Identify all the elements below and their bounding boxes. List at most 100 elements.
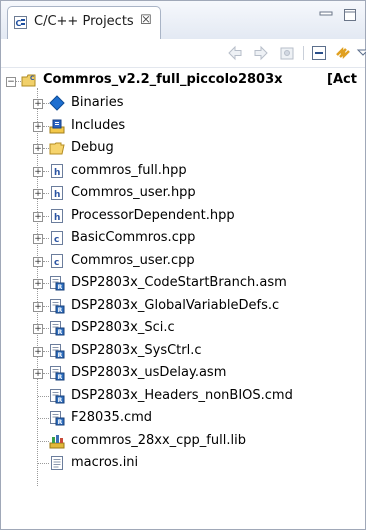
expand-toggle-icon[interactable]: + (33, 369, 43, 379)
project-active-config: [Act (327, 72, 357, 87)
linked-file-icon: R (49, 388, 65, 404)
tree-item[interactable]: commros_28xx_cpp_full.lib (1, 431, 365, 451)
text-file-icon (49, 455, 65, 471)
tree-item[interactable]: R F28035.cmd (1, 408, 365, 428)
tree-item-label: commros_full.hpp (71, 162, 187, 178)
svg-text:R: R (58, 307, 63, 314)
svg-text:R: R (58, 284, 63, 291)
tree-item[interactable]: R DSP2803x_Headers_nonBIOS.cmd (1, 386, 365, 406)
tree-connector (38, 418, 49, 419)
view-menu-icon[interactable] (353, 43, 366, 63)
tree-item[interactable]: + h ProcessorDependent.hpp (1, 206, 365, 226)
tree-item[interactable]: macros.ini (1, 453, 365, 473)
expand-toggle-icon[interactable]: + (33, 166, 43, 177)
tree-item-label: Debug (71, 140, 114, 155)
tree-item-label: DSP2803x_Sci.c (71, 320, 175, 335)
tree-item[interactable]: + c BasicCommros.cpp (1, 228, 365, 248)
header-file-icon: h (49, 163, 65, 179)
tree-item[interactable]: + R DSP2803x_GlobalVariableDefs.c (1, 296, 365, 316)
tree-item-label: Commros_user.hpp (71, 185, 196, 200)
expand-toggle-icon[interactable]: + (33, 234, 43, 244)
tree-item-label: DSP2803x_Headers_nonBIOS.cmd (71, 387, 293, 403)
linked-file-icon: R (49, 365, 65, 381)
expand-toggle-icon[interactable]: + (33, 279, 43, 289)
svg-text:C: C (30, 75, 35, 82)
tab-cpp-projects[interactable]: C C/C++ Projects ☒ (7, 6, 161, 39)
tree-item[interactable]: + Includes (1, 116, 365, 136)
tab-title: C/C++ Projects (34, 14, 134, 29)
minimize-icon[interactable] (319, 8, 333, 26)
expand-toggle-icon[interactable]: + (33, 99, 43, 109)
maximize-icon[interactable] (343, 8, 357, 26)
view-toolbar (1, 39, 366, 68)
tree-item[interactable]: + R DSP2803x_CodeStartBranch.asm (1, 273, 365, 293)
tree-item-label: Commros_user.cpp (71, 252, 195, 268)
linked-file-icon: R (49, 343, 65, 359)
tree-item-label: Includes (71, 117, 126, 133)
tree-item[interactable]: + h commros_full.hpp (1, 161, 365, 181)
collapse-toggle-icon[interactable]: − (6, 77, 16, 87)
header-file-icon: h (49, 208, 65, 224)
tree-root[interactable]: − C Commros_v2.2_full_piccolo2803x [Act (1, 71, 365, 91)
tree-item-label: Binaries (71, 95, 124, 110)
expand-toggle-icon[interactable]: + (33, 301, 43, 312)
includes-icon (49, 118, 65, 134)
svg-text:R: R (58, 397, 63, 404)
tree-connector (38, 463, 49, 464)
svg-text:R: R (58, 374, 63, 381)
tree-item-label: commros_28xx_cpp_full.lib (71, 432, 246, 448)
expand-toggle-icon[interactable]: + (33, 211, 43, 222)
tree-item-label: F28035.cmd (71, 410, 153, 425)
home-icon[interactable] (277, 43, 297, 63)
tree-item[interactable]: + R DSP2803x_usDelay.asm (1, 363, 365, 383)
svg-text:R: R (58, 419, 63, 426)
projects-view: C C/C++ Projects ☒ − C Commros_v2.2_full… (0, 0, 366, 530)
expand-toggle-icon[interactable]: + (33, 346, 43, 357)
project-icon: C (21, 72, 37, 88)
svg-text:R: R (58, 352, 63, 359)
svg-text:c: c (54, 235, 59, 245)
tree-item-label: DSP2803x_usDelay.asm (71, 365, 227, 380)
folder-icon (49, 140, 65, 156)
expand-toggle-icon[interactable]: + (33, 189, 43, 199)
linked-file-icon: R (49, 410, 65, 426)
forward-icon[interactable] (251, 43, 271, 63)
expand-toggle-icon[interactable]: + (33, 121, 43, 132)
link-with-editor-icon[interactable] (333, 43, 353, 63)
tree-item[interactable]: + R DSP2803x_Sci.c (1, 318, 365, 338)
tree-item-label: DSP2803x_SysCtrl.c (71, 342, 202, 358)
library-icon (49, 433, 65, 449)
source-file-icon: c (49, 253, 65, 269)
svg-text:h: h (54, 190, 60, 200)
tree-item-label: BasicCommros.cpp (71, 230, 196, 245)
project-name: Commros_v2.2_full_piccolo2803x (43, 72, 283, 87)
tree-item[interactable]: + R DSP2803x_SysCtrl.c (1, 341, 365, 361)
expand-toggle-icon[interactable]: + (33, 324, 43, 334)
svg-text:C: C (16, 19, 22, 28)
tree-connector (38, 440, 49, 442)
binaries-icon (49, 95, 65, 111)
tree-item-label: ProcessorDependent.hpp (71, 207, 235, 223)
toolbar-separator (303, 46, 304, 60)
linked-file-icon: R (49, 320, 65, 336)
tree-connector (38, 395, 49, 397)
source-file-icon: c (49, 230, 65, 246)
expand-toggle-icon[interactable]: + (33, 256, 43, 267)
svg-text:h: h (54, 213, 60, 223)
view-title-bar: C C/C++ Projects ☒ (1, 1, 365, 40)
tree-item[interactable]: + Debug (1, 138, 365, 158)
tree-item-label: DSP2803x_GlobalVariableDefs.c (71, 297, 280, 313)
expand-toggle-icon[interactable]: + (33, 144, 43, 154)
tree-item[interactable]: + c Commros_user.cpp (1, 251, 365, 271)
svg-text:c: c (54, 258, 59, 268)
projects-view-icon: C (14, 16, 27, 29)
tree-item[interactable]: + h Commros_user.hpp (1, 183, 365, 203)
close-icon[interactable]: ☒ (140, 13, 152, 28)
back-icon[interactable] (225, 43, 245, 63)
tree-item[interactable]: + Binaries (1, 93, 365, 113)
tree-item-label: macros.ini (71, 455, 139, 470)
svg-text:h: h (54, 168, 60, 178)
collapse-all-icon[interactable] (309, 43, 329, 63)
linked-file-icon: R (49, 298, 65, 314)
header-file-icon: h (49, 185, 65, 201)
